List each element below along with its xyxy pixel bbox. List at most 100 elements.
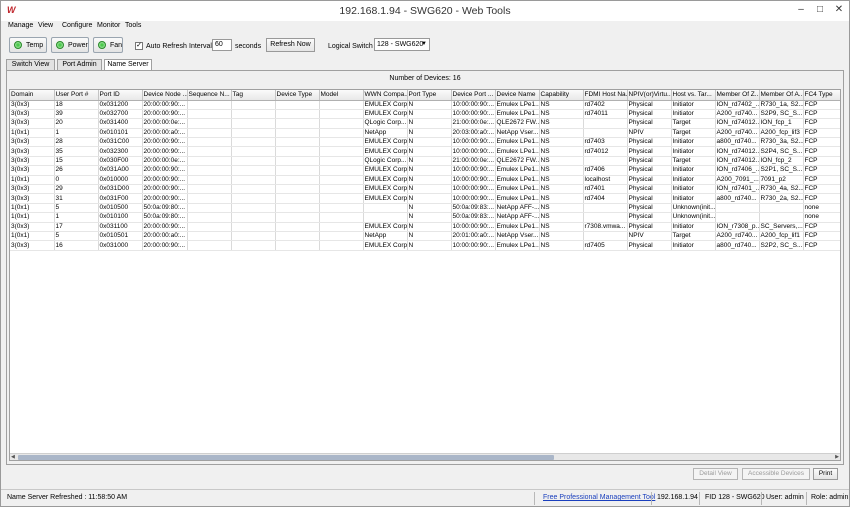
menu-manage[interactable]: Manage <box>8 22 33 29</box>
temp-status-button[interactable]: Temp <box>9 37 47 53</box>
detail-view-button[interactable]: Detail View <box>693 468 738 480</box>
table-cell <box>583 231 628 242</box>
table-cell: 3(0x3) <box>10 146 55 157</box>
tab-switch-view[interactable]: Switch View <box>6 59 55 70</box>
table-cell <box>275 156 320 167</box>
power-status-button[interactable]: Power <box>51 37 89 53</box>
column-header[interactable]: Domain <box>10 90 55 101</box>
table-row[interactable]: 3(0x3) 26 0x031A00 20:00:00:90:... EMULEX Co… <box>10 165 840 176</box>
column-header[interactable]: Device Node ... <box>142 90 188 101</box>
temp-label: Temp <box>26 41 44 49</box>
accessible-devices-button[interactable]: Accessible Devices <box>742 468 810 480</box>
table-cell <box>319 193 364 204</box>
table-cell <box>275 146 320 157</box>
column-header[interactable]: Member Of Z... <box>715 90 760 101</box>
table-row[interactable]: 3(0x3) 31 0x031F00 20:00:00:90:... EMULEX Co… <box>10 193 840 204</box>
table-row[interactable]: 1(0x1) 5 0x010500 50:0a:09:80:... N 50:0a:09:… <box>10 203 840 214</box>
tab-port-admin[interactable]: Port Admin <box>57 59 102 70</box>
menu-monitor[interactable]: Monitor <box>97 22 120 29</box>
table-row[interactable]: 3(0x3) 20 0x031400 20:00:00:0e:... QLogic Co… <box>10 118 840 129</box>
auto-refresh-checkbox[interactable]: ✓ <box>135 42 143 50</box>
table-row[interactable]: 3(0x3) 18 0x031200 20:00:00:90:... EMULEX Co… <box>10 100 840 110</box>
column-header[interactable]: User Port # <box>54 90 99 101</box>
table-row[interactable]: 3(0x3) 16 0x031000 20:00:00:90:... EMULEX Co… <box>10 240 840 251</box>
table-cell <box>583 203 628 214</box>
column-header[interactable]: Device Name <box>495 90 540 101</box>
table-cell: FCP <box>803 156 840 167</box>
column-header[interactable]: Host vs. Tar... <box>671 90 716 101</box>
table-cell: EMULEX Corp <box>363 240 408 251</box>
table-row[interactable]: 3(0x3) 28 0x031C00 20:00:00:90:... EMULEX Co… <box>10 137 840 148</box>
column-header[interactable]: Device Type <box>275 90 320 101</box>
column-header[interactable]: Capability <box>539 90 584 101</box>
scroll-left-icon[interactable]: ◀ <box>11 454 15 460</box>
table-cell: Target <box>671 118 716 129</box>
maximize-icon[interactable]: □ <box>812 3 828 17</box>
table-cell: rd7405 <box>583 240 628 251</box>
table-cell: R730_3a, S2... <box>759 137 804 148</box>
table-cell: Target <box>671 156 716 167</box>
table-row[interactable]: 1(0x1) 5 0x010501 20:00:00:a0:... NetApp N 20:… <box>10 231 840 242</box>
table-cell: S2P2, SC_S... <box>759 240 804 251</box>
table-cell <box>759 212 804 223</box>
free-management-tool-link[interactable]: Free Professional Management Tool <box>543 494 655 501</box>
refresh-now-button[interactable]: Refresh Now <box>266 38 315 52</box>
table-cell: Emulex LPe1... <box>495 100 540 110</box>
logical-switch-select[interactable]: 128 - SWG620 ▼ <box>374 38 430 51</box>
table-cell: Initiator <box>671 146 716 157</box>
column-header[interactable]: Tag <box>231 90 276 101</box>
table-cell: 50:0a:09:83:... <box>451 203 496 214</box>
column-header[interactable]: Device Port ... <box>451 90 496 101</box>
table-row[interactable]: 1(0x1) 0 0x010000 20:00:00:90:... EMULEX Cor… <box>10 175 840 186</box>
table-cell <box>319 137 364 148</box>
devices-table: Domain User Port # Port ID Device Node ... S… <box>10 90 840 251</box>
table-cell: NetApp Vser... <box>495 231 540 242</box>
table-cell <box>231 109 276 120</box>
table-cell: 39 <box>54 109 99 120</box>
print-button[interactable]: Print <box>813 468 838 480</box>
table-cell <box>275 109 320 120</box>
table-cell <box>231 203 276 214</box>
column-header[interactable]: WWN Compa... <box>363 90 408 101</box>
table-cell: Emulex LPe1... <box>495 146 540 157</box>
table-cell: a800_rd740... <box>715 137 760 148</box>
table-cell: 5 <box>54 203 99 214</box>
column-header[interactable]: Model <box>319 90 364 101</box>
menu-tools[interactable]: Tools <box>125 22 141 29</box>
table-row[interactable]: 3(0x3) 39 0x032700 20:00:00:90:... EMULEX Co… <box>10 109 840 120</box>
menu-configure[interactable]: Configure <box>62 22 92 29</box>
scrollbar-thumb[interactable] <box>18 455 554 460</box>
column-header[interactable]: NPIV(or)Virtu... <box>627 90 672 101</box>
close-icon[interactable]: ✕ <box>831 3 847 17</box>
table-cell: 0 <box>54 175 99 186</box>
table-row[interactable]: 3(0x3) 15 0x030F00 20:00:00:0e:... QLogic Co… <box>10 156 840 167</box>
table-cell: EMULEX Corp <box>363 222 408 232</box>
scroll-right-icon[interactable]: ▶ <box>835 454 839 460</box>
column-header[interactable]: Port Type <box>407 90 452 101</box>
table-cell: 20:00:00:90:... <box>142 240 188 251</box>
menu-view[interactable]: View <box>38 22 53 29</box>
table-cell: 20 <box>54 118 99 129</box>
table-row[interactable]: 3(0x3) 35 0x032300 20:00:00:90:... EMULEX Co… <box>10 146 840 157</box>
table-cell: NetApp AFF-... <box>495 203 540 214</box>
column-header[interactable]: FC4 Type <box>803 90 840 101</box>
table-cell <box>187 137 232 148</box>
interval-input[interactable]: 60 <box>212 39 232 51</box>
minimize-icon[interactable]: – <box>793 3 809 17</box>
column-header[interactable]: Port ID <box>98 90 143 101</box>
table-cell <box>275 212 320 223</box>
table-cell <box>583 156 628 167</box>
horizontal-scrollbar[interactable]: ◀ ▶ <box>10 453 840 460</box>
column-header[interactable]: Member Of A... <box>759 90 804 101</box>
table-cell <box>715 212 760 223</box>
fan-status-button[interactable]: Fan <box>93 37 123 53</box>
table-row[interactable]: 3(0x3) 17 0x031100 20:00:00:90:... EMULEX Co… <box>10 222 840 232</box>
table-row[interactable]: 3(0x3) 29 0x031D00 20:00:00:90:... EMULEX Co… <box>10 184 840 195</box>
column-header[interactable]: FDMI Host Na... <box>583 90 628 101</box>
table-cell: QLE2672 FW... <box>495 118 540 129</box>
column-header[interactable]: Sequence N... <box>187 90 232 101</box>
table-cell: NetApp <box>363 128 408 139</box>
table-row[interactable]: 1(0x1) 1 0x010101 20:00:00:a0:... NetApp N 20:… <box>10 128 840 139</box>
table-row[interactable]: 1(0x1) 1 0x010100 50:0a:09:80:... N 50:0a:09:… <box>10 212 840 223</box>
table-cell: NPIV <box>627 231 672 242</box>
